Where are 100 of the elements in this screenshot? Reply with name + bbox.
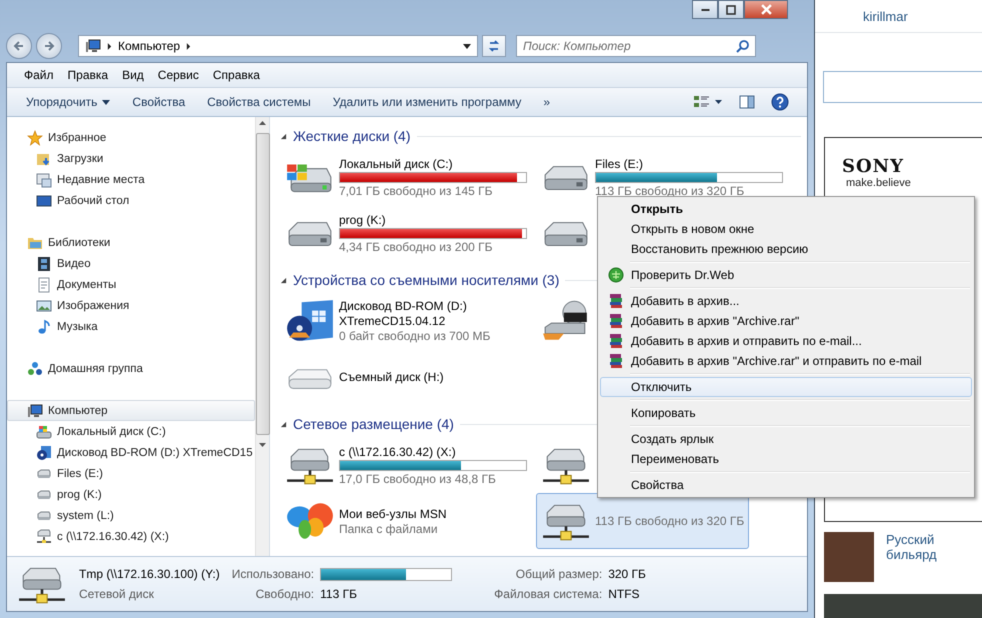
breadcrumb-arrow-icon (107, 42, 112, 50)
music-note-icon (36, 318, 52, 334)
preview-pane-icon (739, 94, 755, 110)
free-space-text: 7,01 ГБ свободно из 145 ГБ (339, 184, 494, 198)
network-drive-icon (36, 528, 52, 544)
forward-arrow-icon (43, 40, 55, 52)
free-space-text: 4,34 ГБ свободно из 200 ГБ (339, 240, 494, 254)
tree-item[interactable]: Избранное (7, 127, 255, 148)
item-name: Мои веб-узлы MSN (339, 506, 446, 520)
drive-icon (36, 424, 52, 440)
more-button[interactable]: » (532, 91, 562, 113)
context-menu-item[interactable]: Свойства (600, 475, 972, 495)
user-link[interactable]: kirillmar (863, 8, 908, 24)
picture-icon (36, 298, 52, 314)
tree-item[interactable]: Библиотеки (7, 232, 255, 253)
close-button[interactable] (744, 0, 788, 19)
context-menu-item[interactable]: Создать ярлык (600, 429, 972, 449)
tree-item[interactable]: Files (E:) (7, 463, 255, 484)
group-header: Сетевое размещение (4) (293, 416, 454, 432)
collapse-arrow-icon[interactable] (280, 132, 287, 140)
computer-icon (85, 38, 101, 54)
view-list-icon (693, 94, 723, 110)
collapse-arrow-icon[interactable] (280, 420, 287, 428)
context-menu-item[interactable]: Открыть в новом окне (600, 219, 972, 239)
drive-type: Сетевой диск (79, 587, 155, 601)
address-bar[interactable]: Компьютер (78, 35, 478, 57)
free-space-text: 113 ГБ свободно из 320 ГБ (595, 514, 744, 528)
refresh-button[interactable] (482, 35, 506, 57)
scroll-up-arrow-icon[interactable] (259, 121, 266, 125)
tree-item[interactable]: Видео (7, 253, 255, 274)
computer-icon (27, 402, 43, 418)
tree-item[interactable]: Дисковод BD-ROM (D:) XTremeCD15 (7, 442, 255, 463)
drive-tile[interactable]: 113 ГБ свободно из 320 ГБ (536, 493, 750, 549)
context-menu-item[interactable]: Добавить в архив и отправить по e-mail... (600, 331, 972, 351)
item-name: c (\\172.16.30.42) (X:) (339, 444, 457, 458)
toolbar-button[interactable]: Удалить или изменить программу (322, 91, 532, 113)
close-icon (760, 4, 772, 15)
minimize-icon (700, 8, 710, 10)
maximize-button[interactable] (718, 0, 744, 19)
menu-item[interactable]: Сервис (150, 68, 206, 82)
context-menu-item[interactable]: Восстановить прежнюю версию (600, 239, 972, 259)
document-icon (36, 276, 52, 292)
toolbar-button[interactable]: Свойства (121, 91, 196, 113)
tree-item[interactable]: system (L:) (7, 505, 255, 526)
desktop-icon (36, 192, 52, 208)
game-link[interactable]: Русский бильярд (886, 532, 956, 582)
tree-item[interactable]: c (\\172.16.30.42) (X:) (7, 526, 255, 547)
free-space-text: 113 ГБ свободно из 320 ГБ (595, 184, 746, 198)
context-menu-item[interactable]: Добавить в архив... (600, 291, 972, 311)
toolbar-button[interactable]: Упорядочить (15, 91, 122, 113)
drive-tile[interactable]: Мои веб-узлы MSN Папка с файлами (280, 493, 452, 549)
drive-tile[interactable]: c (\\172.16.30.42) (X:) 17,0 ГБ свободно из 48,8 ГБ (280, 437, 532, 493)
book-stack-icon (608, 333, 624, 349)
caret-icon (102, 100, 110, 104)
context-menu-item[interactable]: Отключить (600, 377, 972, 397)
forward-button[interactable] (36, 33, 62, 59)
toolbar-button[interactable]: Свойства системы (196, 91, 322, 113)
menu-item[interactable]: Справка (206, 68, 267, 82)
book-stack-icon (608, 313, 624, 329)
scrollbar[interactable] (255, 117, 269, 556)
tree-item[interactable]: Рабочий стол (7, 190, 255, 211)
menu-item[interactable]: Вид (115, 68, 151, 82)
tree-item[interactable]: Недавние места (7, 169, 255, 190)
tree-item[interactable]: Документы (7, 274, 255, 295)
dropdown-caret-icon[interactable] (463, 44, 471, 48)
tree-item[interactable]: Загрузки (7, 148, 255, 169)
context-menu-item[interactable]: Добавить в архив "Archive.rar" и отправить по e-mail (600, 351, 972, 371)
drive-tile[interactable]: Локальный диск (C:) 7,01 ГБ свободно из 145 ГБ (280, 149, 532, 205)
item-type: Папка с файлами (339, 522, 439, 536)
film-icon (36, 256, 52, 272)
context-menu-item[interactable]: Проверить Dr.Web (600, 265, 972, 285)
context-menu-item[interactable]: Переименовать (600, 449, 972, 469)
tree-item[interactable]: prog (K:) (7, 484, 255, 505)
scroll-down-arrow-icon[interactable] (259, 443, 266, 447)
context-menu-item[interactable]: Добавить в архив "Archive.rar" (600, 311, 972, 331)
tree-item[interactable]: Изображения (7, 295, 255, 316)
tree-item[interactable]: Музыка (7, 316, 255, 337)
tree-item[interactable]: Компьютер (7, 400, 255, 421)
tree-item[interactable]: Локальный диск (C:) (7, 421, 255, 442)
back-button[interactable] (6, 33, 32, 59)
search-icon[interactable] (736, 39, 750, 53)
menu-item[interactable]: Файл (17, 68, 61, 82)
drive-tile[interactable]: prog (K:) 4,34 ГБ свободно из 200 ГБ (280, 205, 532, 261)
scrollbar-thumb[interactable] (256, 133, 270, 435)
refresh-arrows-icon (487, 39, 501, 53)
menu-item[interactable]: Правка (60, 68, 116, 82)
item-name: Files (E:) (595, 156, 644, 170)
search-field[interactable]: Поиск: Компьютер (516, 35, 756, 57)
homegroup-icon (27, 360, 43, 376)
minimize-button[interactable] (692, 0, 718, 19)
web-search-field[interactable] (823, 71, 982, 103)
tree-item[interactable]: Домашняя группа (7, 358, 255, 379)
context-menu-item[interactable]: Копировать (600, 403, 972, 423)
collapse-arrow-icon[interactable] (280, 276, 287, 284)
drive-tile[interactable]: Дисковод BD-ROM (D:) XTremeCD15.04.12 0 байт свободно из 700 МБ (280, 293, 496, 349)
drive-tile[interactable]: Съемный диск (H:) (280, 349, 449, 405)
item-name: Съемный диск (H:) (339, 370, 444, 384)
brand-logo-text: SONY (842, 156, 905, 177)
book-stack-icon (608, 293, 624, 309)
address-text[interactable]: Компьютер (118, 39, 180, 53)
